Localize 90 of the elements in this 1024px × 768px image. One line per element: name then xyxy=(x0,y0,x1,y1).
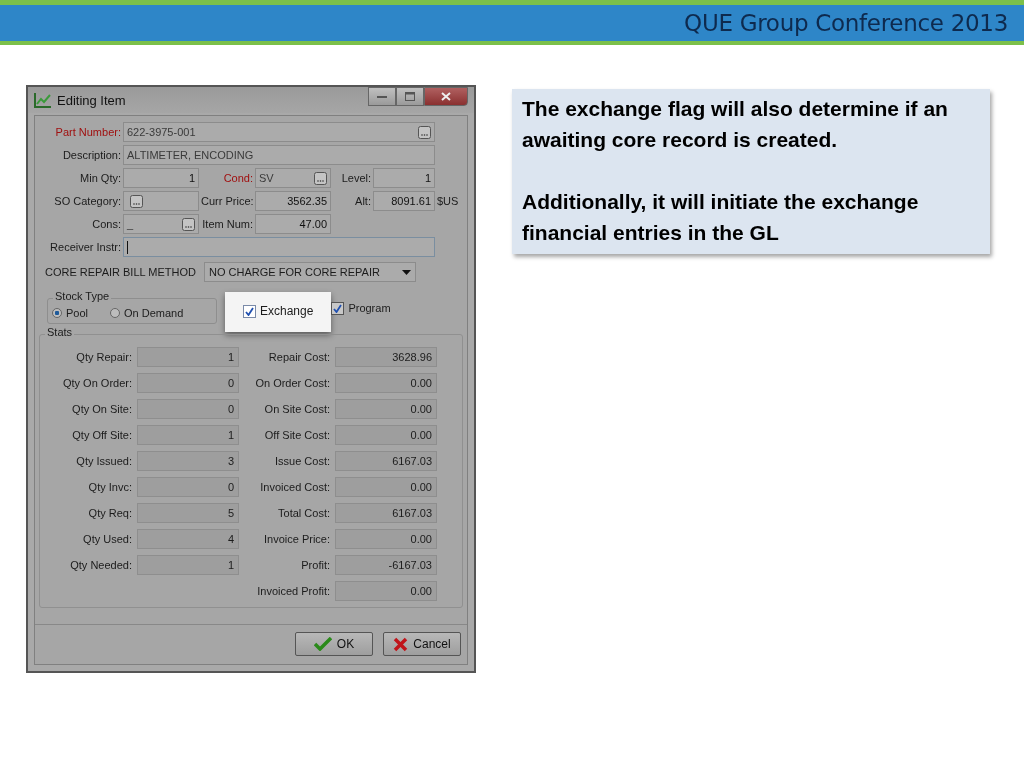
unit-label: $US xyxy=(437,195,460,207)
stat-label: Repair Cost: xyxy=(267,351,330,363)
field-label: CORE REPAIR BILL METHOD xyxy=(45,266,196,278)
input-field[interactable]: 3562.35 xyxy=(255,191,331,211)
stat-label: Invoiced Profit: xyxy=(256,585,330,597)
stat-value: 1 xyxy=(137,347,239,367)
stat-label: Qty Needed: xyxy=(69,559,132,571)
field-label: Part Number: xyxy=(54,126,121,138)
lookup-icon[interactable] xyxy=(314,171,327,185)
radio-button[interactable]: Pool xyxy=(52,307,89,319)
ok-button[interactable]: OK xyxy=(295,632,373,656)
stat-value: 6167.03 xyxy=(335,451,437,471)
callout-text: Additionally, it will initiate the exchange financial entries in the GL xyxy=(522,189,920,246)
stat-label: Qty On Order: xyxy=(61,377,132,389)
group-title: Stats xyxy=(45,326,75,338)
stat-value: 0 xyxy=(137,373,239,393)
cancel-button[interactable]: Cancel xyxy=(383,632,461,656)
group-title: Stock Type xyxy=(53,290,112,302)
lookup-icon[interactable] xyxy=(130,194,143,208)
field-label: Receiver Instr: xyxy=(49,241,121,253)
stat-label: Qty Issued: xyxy=(75,455,132,467)
stat-label: Qty On Site: xyxy=(71,403,132,415)
checkmark-icon xyxy=(245,306,254,316)
window-title: Editing Item xyxy=(57,92,126,108)
stat-value: 1 xyxy=(137,425,239,445)
stat-value: 3628.96 xyxy=(335,347,437,367)
lookup-icon[interactable] xyxy=(418,125,431,139)
field-label: Description: xyxy=(61,149,121,161)
field-label: Cond: xyxy=(222,172,253,184)
stat-label: Qty Repair: xyxy=(75,351,132,363)
stat-label: Qty Off Site: xyxy=(71,429,132,441)
stat-label: Qty Req: xyxy=(87,507,132,519)
stat-label: Off Site Cost: xyxy=(263,429,330,441)
stat-value: 1 xyxy=(137,555,239,575)
stat-value: 5 xyxy=(137,503,239,523)
checkmark-icon xyxy=(333,303,343,313)
input-field[interactable]: 622-3975-001 xyxy=(123,122,435,142)
stat-label: Invoiced Cost: xyxy=(259,481,330,493)
field-label: Curr Price: xyxy=(201,195,253,207)
maximize-icon xyxy=(405,92,415,101)
stat-value: 0.00 xyxy=(335,581,437,601)
chart-icon xyxy=(34,92,52,108)
close-icon xyxy=(441,92,451,101)
stat-label: Total Cost: xyxy=(277,507,330,519)
stat-label: On Site Cost: xyxy=(263,403,330,415)
input-field[interactable]: 1 xyxy=(373,168,435,188)
stat-label: Issue Cost: xyxy=(273,455,330,467)
input-field[interactable]: 8091.61 xyxy=(373,191,435,211)
stat-value: 0.00 xyxy=(335,529,437,549)
stat-value: 0.00 xyxy=(335,425,437,445)
input-field[interactable]: 1 xyxy=(123,168,199,188)
callout-text: The exchange flag will also determine if an awaiting core record is created. xyxy=(522,96,949,153)
input-field[interactable]: _ xyxy=(123,214,199,234)
input-field[interactable] xyxy=(123,191,199,211)
input-field[interactable]: SV xyxy=(255,168,331,188)
cross-icon xyxy=(393,636,409,652)
lookup-icon[interactable] xyxy=(182,217,195,231)
field-label: Min Qty: xyxy=(79,172,121,184)
field-label: SO Category: xyxy=(53,195,121,207)
minimize-button[interactable] xyxy=(368,87,396,106)
stat-label: Qty Invc: xyxy=(87,481,132,493)
maximize-button[interactable] xyxy=(396,87,424,106)
stat-value: 0.00 xyxy=(335,477,437,497)
checkbox[interactable]: Program xyxy=(331,301,391,315)
stat-label: Qty Used: xyxy=(82,533,132,545)
input-field[interactable] xyxy=(123,237,435,257)
checkbox[interactable]: Exchange xyxy=(243,304,314,318)
close-button[interactable] xyxy=(424,87,468,106)
stat-label: On Order Cost: xyxy=(254,377,330,389)
caret-icon xyxy=(402,269,411,275)
field-label: Alt: xyxy=(354,195,371,207)
input-field[interactable]: ALTIMETER, ENCODING xyxy=(123,145,435,165)
stat-value: 0 xyxy=(137,477,239,497)
stat-value: 0 xyxy=(137,399,239,419)
check-icon xyxy=(313,637,332,651)
input-field[interactable]: 47.00 xyxy=(255,214,331,234)
radio-button[interactable]: On Demand xyxy=(110,307,184,319)
field-label: Level: xyxy=(340,172,371,184)
stat-value: 0.00 xyxy=(335,373,437,393)
stat-label: Profit: xyxy=(300,559,330,571)
stat-value: 4 xyxy=(137,529,239,549)
stat-value: 3 xyxy=(137,451,239,471)
slide-title: QUE Group Conference 2013 xyxy=(684,10,1008,36)
field-label: Cons: xyxy=(91,218,121,230)
field-label: Item Num: xyxy=(201,218,253,230)
stat-value: 6167.03 xyxy=(335,503,437,523)
stat-value: -6167.03 xyxy=(335,555,437,575)
stat-label: Invoice Price: xyxy=(262,533,330,545)
stat-value: 0.00 xyxy=(335,399,437,419)
dropdown[interactable]: NO CHARGE FOR CORE REPAIR xyxy=(204,262,416,282)
